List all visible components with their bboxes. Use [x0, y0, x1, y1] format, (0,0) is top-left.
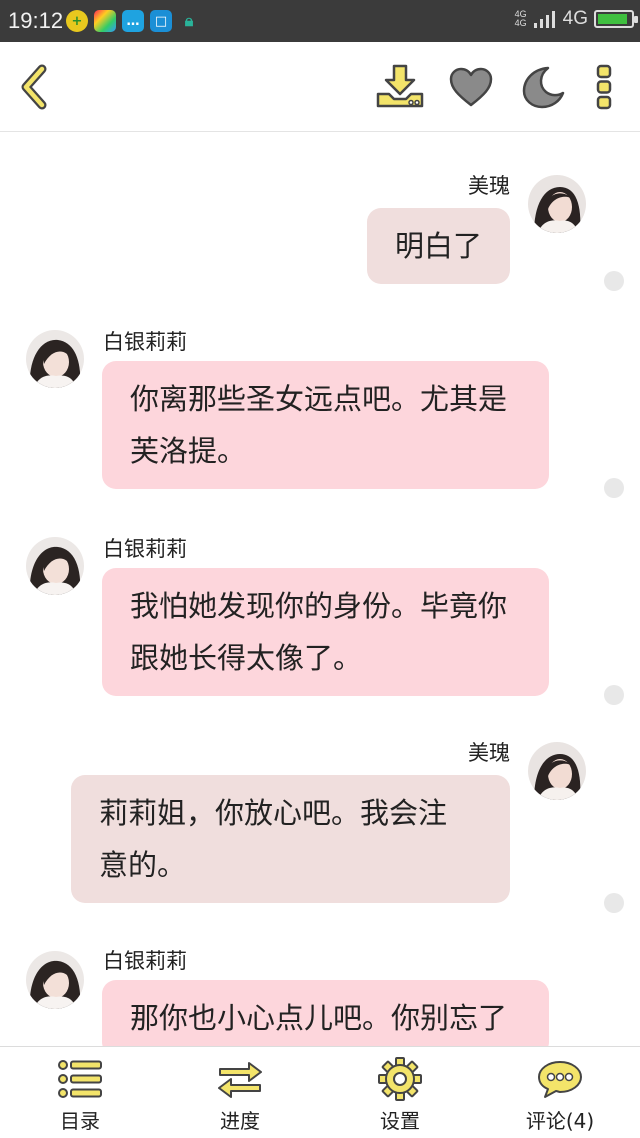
chat-area[interactable]: 美瑰 明白了 白银莉莉 你离那些圣女远点吧。尤其是 芙洛提。 白银莉莉 我怕她发…	[0, 133, 640, 1046]
night-mode-button[interactable]	[516, 42, 570, 132]
more-vertical-icon	[596, 64, 612, 110]
tab-label: 评论(4)	[525, 1109, 595, 1133]
avatar-image	[528, 742, 586, 800]
sender-name: 白银莉莉	[103, 330, 187, 354]
notification-icons: + … □ 🔒︎	[66, 10, 200, 32]
avatar[interactable]	[26, 330, 84, 388]
message-line: 意的。	[99, 848, 187, 882]
plus-app-icon: +	[66, 10, 88, 32]
comment-icon	[537, 1057, 583, 1101]
message-line: 我怕她发现你的身份。毕竟你	[130, 589, 508, 623]
tab-progress[interactable]: 进度	[160, 1047, 320, 1138]
tab-label: 设置	[380, 1109, 420, 1133]
network-type-small: 4G 4G	[514, 9, 527, 28]
chat-message: 白银莉莉 我怕她发现你的身份。毕竟你 跟她长得太像了。	[0, 530, 640, 737]
browser-app-icon	[94, 10, 116, 32]
sender-name: 美瑰	[468, 741, 510, 765]
chat-message: 美瑰 明白了	[0, 133, 640, 323]
chat-app-icon: …	[122, 10, 144, 32]
battery-fill	[598, 14, 627, 24]
message-bubble: 我怕她发现你的身份。毕竟你 跟她长得太像了。	[102, 568, 549, 696]
comment-marker[interactable]	[604, 478, 624, 498]
tab-label: 目录	[60, 1109, 100, 1133]
status-indicators: 4G 4G 4G	[514, 8, 638, 30]
network-label: 4G	[562, 8, 588, 29]
avatar-image	[528, 175, 586, 233]
message-bubble: 你离那些圣女远点吧。尤其是 芙洛提。	[102, 361, 549, 489]
chat-message: 白银莉莉 那你也小心点儿吧。你别忘了	[0, 944, 640, 1046]
back-button[interactable]	[8, 42, 60, 132]
message-line: 芙洛提。	[130, 434, 247, 468]
avatar-image	[26, 537, 84, 595]
moon-icon	[522, 66, 565, 109]
avatar[interactable]	[26, 537, 84, 595]
gear-icon	[377, 1057, 423, 1101]
more-button[interactable]	[588, 42, 622, 132]
chevron-left-icon	[21, 64, 47, 110]
sender-name: 白银莉莉	[103, 537, 187, 561]
heart-icon	[449, 67, 493, 107]
tab-comments[interactable]: 评论(4)	[480, 1047, 640, 1138]
avatar-image	[26, 951, 84, 1009]
avatar-image	[26, 330, 84, 388]
reader-toolbar	[0, 42, 640, 132]
message-line: 莉莉姐，你放心吧。我会注	[99, 796, 448, 830]
swap-arrows-icon	[217, 1057, 263, 1101]
signal-icon	[533, 11, 555, 28]
download-icon	[376, 64, 424, 108]
message-bubble: 明白了	[366, 208, 510, 284]
tab-label: 进度	[220, 1109, 260, 1133]
chat-message: 美瑰 莉莉姐，你放心吧。我会注 意的。	[0, 737, 640, 944]
message-line: 那你也小心点儿吧。你别忘了	[130, 1001, 508, 1035]
chat-message: 白银莉莉 你离那些圣女远点吧。尤其是 芙洛提。	[0, 323, 640, 530]
bottom-navigation: 目录 进度 设置 评论(4)	[0, 1046, 640, 1138]
comment-marker[interactable]	[604, 271, 624, 291]
message-line: 你离那些圣女远点吧。尤其是	[130, 382, 508, 416]
sender-name: 美瑰	[468, 174, 510, 198]
message-bubble: 那你也小心点儿吧。你别忘了	[102, 980, 549, 1046]
battery-icon	[594, 10, 638, 28]
scan-app-icon: □	[150, 10, 172, 32]
tab-catalog[interactable]: 目录	[0, 1047, 160, 1138]
message-bubble: 莉莉姐，你放心吧。我会注 意的。	[71, 775, 510, 903]
sender-name: 白银莉莉	[103, 949, 187, 973]
tab-settings[interactable]: 设置	[320, 1047, 480, 1138]
status-time: 19:12	[8, 8, 64, 33]
lock-icon: 🔒︎	[184, 11, 194, 30]
comment-marker[interactable]	[604, 893, 624, 913]
avatar[interactable]	[26, 951, 84, 1009]
download-button[interactable]	[372, 42, 428, 132]
comment-marker[interactable]	[604, 685, 624, 705]
favorite-button[interactable]	[444, 42, 498, 132]
status-bar: 19:12 + … □ 🔒︎ 4G 4G 4G	[0, 0, 640, 42]
message-line: 明白了	[394, 229, 482, 263]
avatar[interactable]	[528, 742, 586, 800]
list-icon	[57, 1057, 103, 1101]
avatar[interactable]	[528, 175, 586, 233]
message-line: 跟她长得太像了。	[130, 641, 363, 675]
